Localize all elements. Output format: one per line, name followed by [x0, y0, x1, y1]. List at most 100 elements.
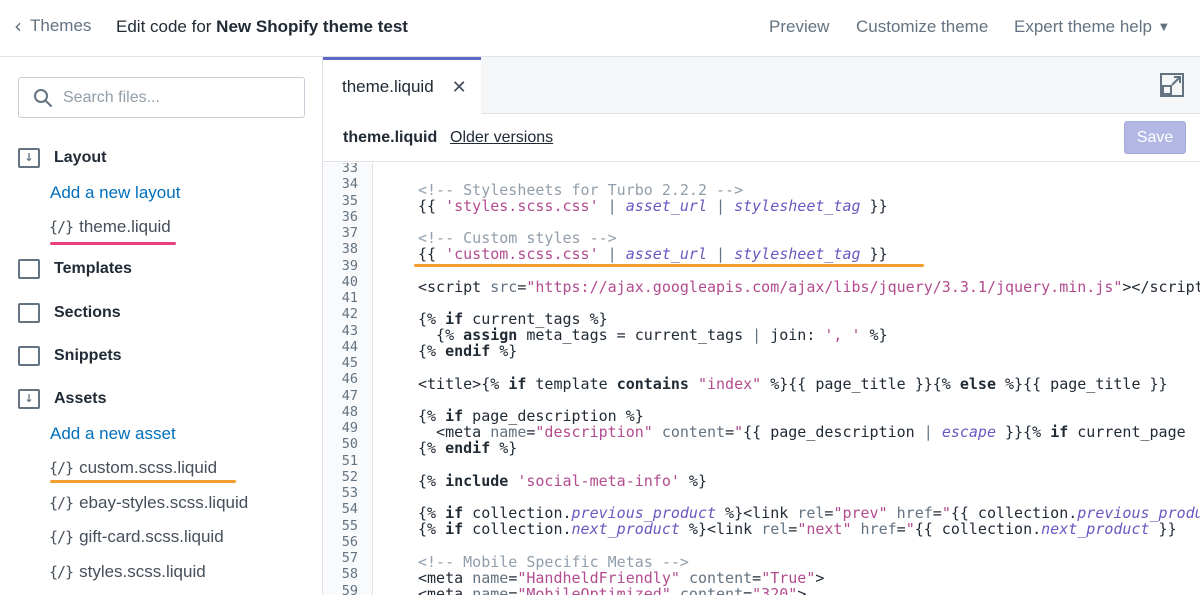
expert-help-dropdown[interactable]: Expert theme help ▼	[1014, 17, 1168, 37]
code-editor-panel: theme.liquid ✕ theme.liquid Older versio…	[323, 57, 1200, 595]
line-number: 49	[341, 420, 358, 436]
file-label: theme.liquid	[79, 217, 171, 236]
highlight-underline	[50, 242, 176, 245]
highlight-underline	[414, 264, 924, 267]
back-label: Themes	[30, 16, 92, 35]
line-number: 39	[341, 257, 358, 274]
line-number: 59	[341, 582, 358, 595]
folder-sections[interactable]: Sections	[18, 303, 121, 323]
line-number: 53	[341, 485, 358, 501]
line-number: 45	[341, 355, 358, 371]
file-label: ebay-styles.scss.liquid	[79, 493, 249, 512]
line-number: 36	[341, 208, 358, 225]
tab-bar: theme.liquid ✕	[323, 57, 1200, 114]
line-number: 56	[341, 533, 358, 550]
folder-label: Layout	[54, 149, 107, 166]
top-bar: ‹ Themes Edit code for New Shopify theme…	[0, 0, 1200, 57]
folder-label: Sections	[54, 304, 121, 321]
chevron-left-icon: ‹	[14, 14, 22, 38]
theme-name: New Shopify theme test	[216, 17, 408, 36]
file-gift-card-scss[interactable]: {/} gift-card.scss.liquid	[49, 527, 224, 547]
page-title: Edit code for New Shopify theme test	[116, 17, 408, 37]
file-theme-liquid[interactable]: {/} theme.liquid	[49, 217, 171, 237]
close-icon[interactable]: ✕	[452, 77, 467, 98]
folder-open-icon: ↓	[18, 148, 40, 168]
customize-theme-link[interactable]: Customize theme	[856, 17, 988, 37]
code-line-58: <meta name="HandheldFriendly" content="T…	[418, 569, 825, 587]
code-line-46: <title>{% if template contains "index" %…	[418, 375, 1168, 393]
code-line-50: {% endif %}	[418, 439, 518, 457]
code-area[interactable]: 33 34 35 36 37 38 39 40 41 42 43 44 45 46 47 48 49 50 51 52…	[323, 163, 1200, 595]
code-line-48: {% if page_description %}	[418, 407, 644, 425]
code-line-38: {{ 'custom.scss.css' | asset_url | style…	[418, 245, 888, 263]
folder-assets[interactable]: ↓ Assets	[18, 389, 106, 409]
line-number: 51	[341, 452, 358, 469]
folder-icon	[18, 346, 40, 366]
file-label: gift-card.scss.liquid	[79, 527, 224, 546]
line-number: 35	[341, 192, 358, 209]
line-number: 58	[341, 566, 358, 583]
file-label: custom.scss.liquid	[79, 458, 218, 477]
line-number: 50	[341, 436, 358, 453]
folder-label: Snippets	[54, 347, 122, 364]
folder-icon	[18, 303, 40, 323]
search-input[interactable]	[63, 88, 283, 107]
file-code-icon: {/}	[49, 494, 74, 512]
code-line-42: {% if current_tags %}	[418, 310, 608, 328]
file-code-icon: {/}	[49, 528, 74, 546]
code-line-59: <meta name="MobileOptimized" content="32…	[418, 585, 807, 595]
folder-label: Assets	[54, 390, 107, 407]
expert-help-label: Expert theme help	[1014, 17, 1152, 36]
folder-snippets[interactable]: Snippets	[18, 346, 122, 366]
line-number: 37	[341, 225, 358, 241]
expand-icon[interactable]	[1160, 73, 1184, 97]
highlight-underline	[50, 480, 236, 483]
code-line-57: <!-- Mobile Specific Metas -->	[418, 553, 689, 571]
back-to-themes-link[interactable]: ‹ Themes	[14, 16, 91, 36]
add-asset-link[interactable]: Add a new asset	[50, 424, 176, 444]
line-gutter: 33 34 35 36 37 38 39 40 41 42 43 44 45 46 47 48 49 50 51 52…	[323, 163, 373, 595]
line-number: 52	[341, 468, 358, 485]
folder-label: Templates	[54, 260, 132, 277]
code-line-34: <!-- Stylesheets for Turbo 2.2.2 -->	[418, 181, 744, 199]
file-custom-scss[interactable]: {/} custom.scss.liquid	[49, 458, 217, 478]
tab-theme-liquid[interactable]: theme.liquid ✕	[323, 57, 481, 114]
folder-templates[interactable]: Templates	[18, 259, 132, 279]
line-number: 44	[341, 338, 358, 355]
file-ebay-styles-scss[interactable]: {/} ebay-styles.scss.liquid	[49, 493, 248, 513]
preview-link[interactable]: Preview	[769, 17, 829, 37]
code-line-44: {% endif %}	[418, 342, 518, 360]
line-number: 47	[341, 387, 358, 404]
add-layout-link[interactable]: Add a new layout	[50, 183, 180, 203]
code-line-54: {% if collection.previous_product %}<lin…	[418, 504, 1200, 522]
title-prefix: Edit code for	[116, 17, 217, 36]
line-number: 42	[341, 306, 358, 323]
search-icon	[34, 88, 52, 107]
current-file-name: theme.liquid	[343, 129, 438, 146]
file-sidebar: ↓ Layout Add a new layout {/} theme.liqu…	[0, 57, 323, 595]
line-number: 54	[341, 501, 358, 518]
line-number: 55	[341, 517, 358, 534]
search-box[interactable]	[18, 77, 305, 118]
save-button[interactable]: Save	[1124, 121, 1186, 154]
caret-down-icon: ▼	[1159, 22, 1168, 33]
code-line-49: <meta name="description" content="{{ pag…	[418, 423, 1186, 441]
file-code-icon: {/}	[49, 563, 74, 581]
folder-icon	[18, 259, 40, 279]
line-number: 48	[341, 403, 358, 420]
tab-label: theme.liquid	[342, 77, 434, 96]
file-code-icon: {/}	[49, 218, 74, 236]
code-line-43: {% assign meta_tags = current_tags | joi…	[418, 326, 888, 344]
file-code-icon: {/}	[49, 459, 74, 477]
line-number: 33	[341, 163, 358, 176]
code-line-40: <script src="https://ajax.googleapis.com…	[418, 278, 1200, 296]
file-label: styles.scss.liquid	[79, 562, 206, 581]
older-versions-link[interactable]: Older versions	[450, 129, 553, 147]
folder-open-icon: ↓	[18, 389, 40, 409]
line-number: 46	[341, 371, 358, 388]
file-styles-scss[interactable]: {/} styles.scss.liquid	[49, 562, 206, 582]
line-number: 38	[341, 241, 358, 258]
folder-layout[interactable]: ↓ Layout	[18, 148, 106, 168]
line-number: 34	[341, 176, 358, 193]
line-number: 40	[341, 273, 358, 290]
